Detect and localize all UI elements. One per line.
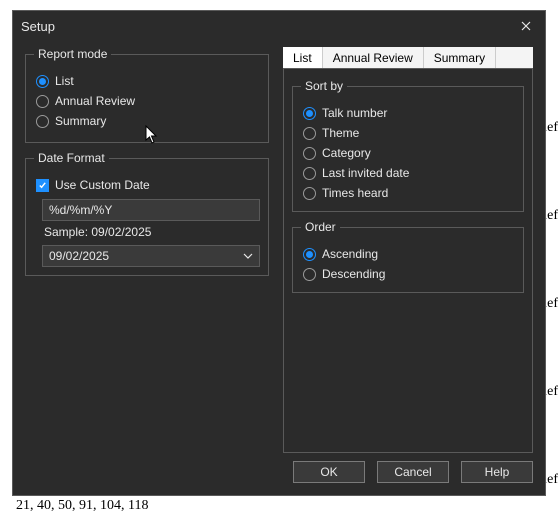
radio-annual-review[interactable]: Annual Review — [34, 91, 260, 111]
date-format-group: Date Format Use Custom Date Sample: 09/0… — [25, 151, 269, 276]
close-button[interactable] — [515, 17, 537, 35]
cancel-button[interactable]: Cancel — [377, 461, 449, 483]
radio-category[interactable]: Category — [301, 143, 515, 163]
dialog-title: Setup — [21, 19, 55, 34]
tab-annual-review[interactable]: Annual Review — [323, 47, 424, 69]
radio-icon — [36, 115, 49, 128]
radio-label: Ascending — [322, 247, 378, 261]
radio-icon — [303, 187, 316, 200]
date-picker[interactable]: 09/02/2025 — [42, 245, 260, 267]
radio-list[interactable]: List — [34, 71, 260, 91]
checkbox-icon — [36, 179, 49, 192]
report-mode-group: Report mode List Annual Review Summary — [25, 47, 269, 143]
radio-icon — [303, 167, 316, 180]
ok-button[interactable]: OK — [293, 461, 365, 483]
order-legend: Order — [301, 220, 340, 234]
tab-list[interactable]: List — [283, 47, 323, 69]
radio-icon — [303, 147, 316, 160]
tab-summary[interactable]: Summary — [424, 47, 496, 69]
dialog-buttons: OK Cancel Help — [13, 453, 545, 495]
sort-by-group: Sort by Talk number Theme Category — [292, 79, 524, 212]
radio-label: Theme — [322, 126, 359, 140]
tab-panel-list: Sort by Talk number Theme Category — [283, 68, 533, 453]
radio-icon — [303, 127, 316, 140]
radio-ascending[interactable]: Ascending — [301, 244, 515, 264]
close-icon — [521, 21, 531, 31]
report-mode-legend: Report mode — [34, 47, 111, 61]
radio-icon — [303, 268, 316, 281]
chevron-down-icon — [243, 249, 253, 263]
radio-times-heard[interactable]: Times heard — [301, 183, 515, 203]
radio-label: Times heard — [322, 186, 388, 200]
titlebar: Setup — [13, 11, 545, 41]
radio-label: Last invited date — [322, 166, 409, 180]
checkbox-label: Use Custom Date — [55, 178, 150, 192]
radio-label: Category — [322, 146, 371, 160]
radio-summary[interactable]: Summary — [34, 111, 260, 131]
radio-icon — [303, 248, 316, 261]
background-text: 21, 40, 50, 91, 104, 118 — [16, 498, 148, 514]
date-pattern-input[interactable] — [42, 199, 260, 221]
use-custom-date-checkbox[interactable]: Use Custom Date — [34, 175, 260, 195]
tabs: List Annual Review Summary — [283, 47, 533, 69]
radio-icon — [303, 107, 316, 120]
radio-label: Summary — [55, 114, 106, 128]
radio-label: Annual Review — [55, 94, 135, 108]
date-picker-value: 09/02/2025 — [49, 249, 109, 263]
radio-label: Talk number — [322, 106, 387, 120]
radio-label: Descending — [322, 267, 385, 281]
radio-icon — [36, 75, 49, 88]
help-button[interactable]: Help — [461, 461, 533, 483]
radio-descending[interactable]: Descending — [301, 264, 515, 284]
date-format-legend: Date Format — [34, 151, 109, 165]
sort-by-legend: Sort by — [301, 79, 347, 93]
radio-label: List — [55, 74, 74, 88]
date-sample-label: Sample: 09/02/2025 — [42, 221, 260, 245]
order-group: Order Ascending Descending — [292, 220, 524, 293]
setup-dialog: Setup Report mode List Annual Review Sum… — [12, 10, 546, 496]
radio-theme[interactable]: Theme — [301, 123, 515, 143]
radio-last-invited[interactable]: Last invited date — [301, 163, 515, 183]
radio-talk-number[interactable]: Talk number — [301, 103, 515, 123]
radio-icon — [36, 95, 49, 108]
